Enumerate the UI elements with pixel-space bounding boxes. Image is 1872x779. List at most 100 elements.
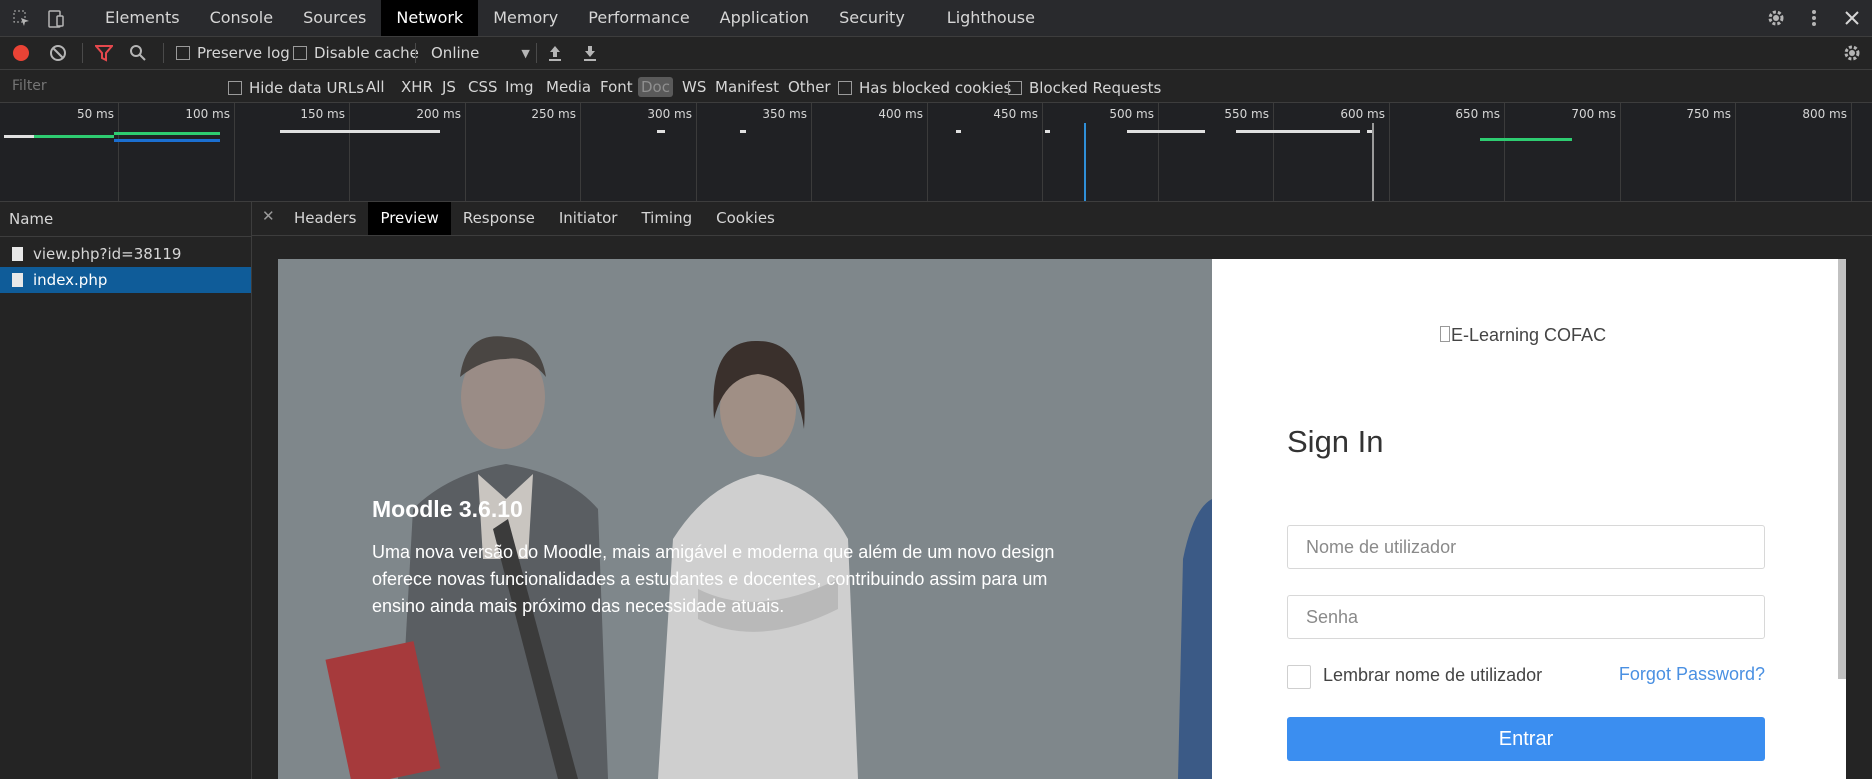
filter-icon[interactable]	[95, 37, 113, 69]
filter-type-xhr[interactable]: XHR	[398, 77, 436, 97]
network-settings-icon[interactable]	[1842, 37, 1862, 69]
detail-tab-initiator[interactable]: Initiator	[547, 202, 630, 235]
remember-username-checkbox[interactable]	[1287, 665, 1311, 689]
chevron-down-icon: ▼	[521, 46, 530, 60]
tab-lighthouse[interactable]: Lighthouse	[932, 0, 1050, 36]
timeline-request-bar	[1236, 130, 1360, 133]
timeline-request-bar	[956, 130, 961, 133]
throttling-select[interactable]: Online ▼	[431, 37, 530, 69]
timeline-gridline	[696, 103, 697, 201]
hide-data-urls-box[interactable]	[228, 81, 242, 95]
tab-elements[interactable]: Elements	[90, 0, 195, 36]
preserve-log-box[interactable]	[176, 46, 190, 60]
timeline-request-bar	[34, 135, 114, 138]
settings-gear-icon[interactable]	[1764, 6, 1788, 30]
timeline-overview[interactable]: 50 ms 100 ms 150 ms 200 ms 250 ms 300 ms 350 m…	[0, 103, 1872, 202]
has-blocked-cookies-box[interactable]	[838, 81, 852, 95]
clear-icon[interactable]	[49, 37, 67, 69]
filter-type-css[interactable]: CSS	[465, 77, 501, 97]
detail-tab-timing[interactable]: Timing	[629, 202, 704, 235]
document-icon	[12, 247, 23, 261]
detail-tabs-bar: ✕ Headers Preview Response Initiator Timing C…	[252, 202, 1872, 236]
timeline-gridline	[1735, 103, 1736, 201]
preview-scrollbar[interactable]	[1838, 259, 1846, 679]
timeline-request-bar	[280, 130, 440, 133]
import-har-icon[interactable]	[547, 37, 563, 69]
close-detail-icon[interactable]: ✕	[262, 207, 275, 225]
tab-network[interactable]: Network	[381, 0, 479, 36]
password-field[interactable]	[1287, 595, 1765, 639]
timeline-request-bar	[1127, 130, 1205, 133]
filter-type-img[interactable]: Img	[502, 77, 537, 97]
has-blocked-cookies-checkbox[interactable]: Has blocked cookies	[838, 79, 1011, 97]
timeline-tick-label: 50 ms	[76, 107, 114, 121]
timeline-gridline	[1620, 103, 1621, 201]
timeline-gridline	[1158, 103, 1159, 201]
filter-input[interactable]	[6, 74, 223, 98]
detail-tabs: Headers Preview Response Initiator Timing Coo…	[282, 202, 787, 235]
detail-tab-preview[interactable]: Preview	[368, 202, 451, 235]
tab-sources[interactable]: Sources	[288, 0, 381, 36]
devtools-tabs: Elements Console Sources Network Memory Perfo…	[90, 0, 1050, 36]
blocked-requests-label: Blocked Requests	[1029, 79, 1162, 97]
filter-type-font[interactable]: Font	[597, 77, 636, 97]
broken-image-icon	[1440, 326, 1450, 342]
forgot-password-link[interactable]: Forgot Password?	[1619, 664, 1765, 685]
search-icon[interactable]	[129, 37, 147, 69]
filter-type-other[interactable]: Other	[785, 77, 834, 97]
preserve-log-checkbox[interactable]: Preserve log	[176, 37, 290, 69]
filter-type-manifest[interactable]: Manifest	[712, 77, 782, 97]
login-submit-button[interactable]: Entrar	[1287, 717, 1765, 761]
timeline-gridline	[927, 103, 928, 201]
hide-data-urls-label: Hide data URLs	[249, 79, 365, 97]
timeline-tick-label: 750 ms	[1686, 107, 1731, 121]
filter-type-js[interactable]: JS	[439, 77, 459, 97]
logo-alt-text: E-Learning COFAC	[1451, 325, 1607, 345]
tab-security[interactable]: Security	[824, 0, 920, 36]
timeline-tick-label: 500 ms	[1109, 107, 1154, 121]
timeline-tick-label: 250 ms	[531, 107, 576, 121]
tab-application[interactable]: Application	[705, 0, 824, 36]
site-logo: E-Learning COFAC	[1440, 325, 1606, 346]
detail-tab-cookies[interactable]: Cookies	[704, 202, 787, 235]
timeline-gridline	[465, 103, 466, 201]
disable-cache-label: Disable cache	[314, 44, 419, 62]
preserve-log-label: Preserve log	[197, 44, 290, 62]
close-devtools-icon[interactable]	[1840, 6, 1864, 30]
timeline-tick-label: 350 ms	[762, 107, 807, 121]
detail-tab-response[interactable]: Response	[451, 202, 547, 235]
request-row-selected[interactable]: index.php	[0, 267, 251, 293]
timeline-tick-label: 400 ms	[878, 107, 923, 121]
tab-performance[interactable]: Performance	[573, 0, 704, 36]
request-row[interactable]: view.php?id=38119	[0, 241, 251, 267]
detail-tab-headers[interactable]: Headers	[282, 202, 368, 235]
filter-type-doc[interactable]: Doc	[638, 77, 673, 97]
tab-memory[interactable]: Memory	[478, 0, 573, 36]
timeline-gridline	[1389, 103, 1390, 201]
disable-cache-box[interactable]	[293, 46, 307, 60]
filter-type-media[interactable]: Media	[543, 77, 594, 97]
record-icon[interactable]	[12, 37, 30, 69]
blocked-requests-checkbox[interactable]: Blocked Requests	[1008, 79, 1161, 97]
tab-console[interactable]: Console	[195, 0, 289, 36]
timeline-gridline	[1042, 103, 1043, 201]
hide-data-urls-checkbox[interactable]: Hide data URLs	[228, 79, 364, 97]
export-har-icon[interactable]	[582, 37, 598, 69]
disable-cache-checkbox[interactable]: Disable cache	[293, 37, 419, 69]
filter-type-all[interactable]: All	[363, 77, 388, 97]
timeline-gridline	[349, 103, 350, 201]
html-preview: Moodle 3.6.10 Uma nova versão do Moodle,…	[278, 259, 1846, 779]
timeline-tick-label: 800 ms	[1802, 107, 1847, 121]
inspect-element-icon[interactable]	[10, 7, 34, 31]
has-blocked-cookies-label: Has blocked cookies	[859, 79, 1012, 97]
username-field[interactable]	[1287, 525, 1765, 569]
timeline-request-bar	[657, 130, 665, 133]
filter-type-ws[interactable]: WS	[679, 77, 709, 97]
more-options-icon[interactable]	[1802, 6, 1826, 30]
name-column-header[interactable]: Name	[0, 202, 251, 237]
devtools-tab-bar: Elements Console Sources Network Memory Perfo…	[0, 0, 1872, 37]
blocked-requests-box[interactable]	[1008, 81, 1022, 95]
timeline-tick-label: 300 ms	[647, 107, 692, 121]
device-toolbar-icon[interactable]	[44, 7, 68, 31]
timeline-tick-label: 450 ms	[993, 107, 1038, 121]
